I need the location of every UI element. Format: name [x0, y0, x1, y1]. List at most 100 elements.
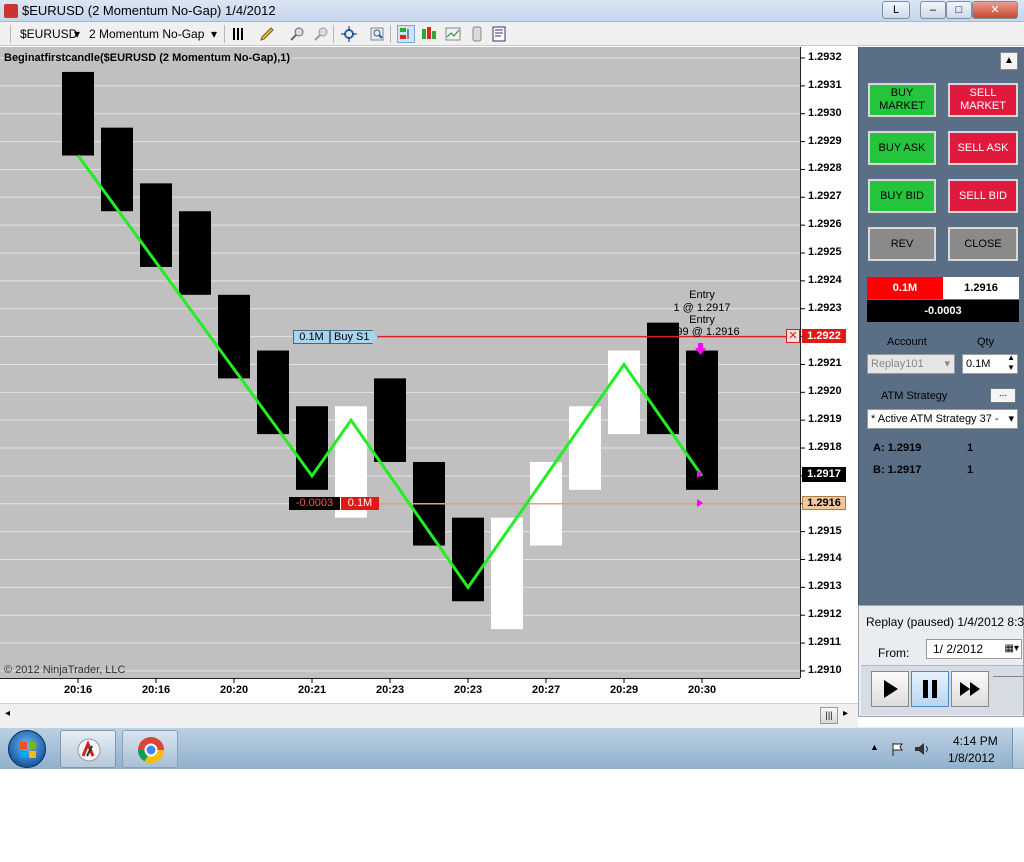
buy-bid-button[interactable]: BUY BID — [868, 179, 936, 213]
price-bar — [179, 211, 211, 295]
atm-strategy-select[interactable]: * Active ATM Strategy 37 - ▾ — [867, 409, 1018, 429]
last-price-tag: 1.2917 — [802, 467, 846, 482]
indicator-label: Beginatfirstcandle($EURUSD (2 Momentum N… — [4, 52, 291, 64]
replay-window: Replay (paused) 1/4/2012 8:30 From: 1/ 2… — [858, 605, 1024, 717]
scroll-left-icon[interactable]: ◂ — [5, 708, 10, 719]
order-name-tag[interactable]: Buy S1 — [330, 330, 378, 344]
minimize-button[interactable]: – — [920, 1, 946, 19]
position-pnl-tag: -0.0003 — [289, 497, 340, 510]
sell-ask-button[interactable]: SELL ASK — [948, 131, 1018, 165]
clock-time[interactable]: 4:14 PM — [953, 734, 998, 748]
price-tick-label: 1.2910 — [808, 663, 842, 676]
order-qty-tag[interactable]: 0.1M — [293, 330, 330, 344]
qty-value: 0.1M — [966, 358, 991, 370]
collapse-icon[interactable]: ▲ — [1000, 52, 1018, 70]
price-tick-label: 1.2918 — [808, 441, 842, 454]
fast-forward-icon — [960, 682, 980, 696]
position-qty-tag[interactable]: 0.1M — [341, 497, 379, 510]
price-tick-label: 1.2911 — [808, 636, 842, 649]
action-center-flag-icon[interactable] — [890, 741, 906, 757]
time-tick-label: 20:30 — [688, 684, 717, 696]
price-tick-label: 1.2931 — [808, 78, 842, 91]
cancel-order-icon[interactable]: ✕ — [786, 329, 800, 343]
chart-trader-panel: ▲ BUY MARKET SELL MARKET BUY ASK SELL AS… — [858, 47, 1024, 605]
windows-logo-icon — [20, 742, 36, 758]
from-date-value: 1/ 2/2012 — [933, 642, 984, 656]
from-date-picker[interactable]: 1/ 2/2012 ▦▾ — [926, 639, 1022, 659]
sell-bid-button[interactable]: SELL BID — [948, 179, 1018, 213]
price-tick-label: 1.2920 — [808, 385, 842, 398]
price-tick-label: 1.2925 — [808, 246, 842, 259]
price-tick-label: 1.2930 — [808, 106, 842, 119]
time-tick-label: 20:23 — [454, 684, 483, 696]
atm-strategy-label: ATM Strategy — [881, 390, 948, 402]
price-bar — [62, 71, 94, 156]
show-desktop-button[interactable] — [1012, 728, 1024, 768]
speed-slider[interactable] — [993, 676, 1023, 702]
account-label: Account — [887, 336, 927, 348]
reverse-button[interactable]: REV — [868, 227, 936, 261]
fast-forward-button[interactable] — [951, 671, 989, 707]
close-position-button[interactable]: CLOSE — [948, 227, 1018, 261]
volume-icon[interactable] — [913, 741, 933, 757]
windows-taskbar: ▲ 4:14 PM 1/8/2012 — [0, 727, 1024, 769]
sell-market-button[interactable]: SELL MARKET — [948, 83, 1018, 117]
close-window-button[interactable]: ✕ — [972, 1, 1018, 19]
entry-label-2: Entry — [689, 314, 715, 326]
price-bar — [686, 350, 718, 490]
order-price-tag: 1.2922 — [802, 329, 846, 343]
copyright-text: © 2012 NinjaTrader, LLC — [4, 664, 126, 676]
taskbar-ninjatrader[interactable] — [60, 730, 116, 768]
windows-start-button[interactable] — [8, 730, 46, 768]
clock-date[interactable]: 1/8/2012 — [948, 751, 995, 765]
from-label: From: — [878, 646, 910, 660]
maximize-button[interactable]: □ — [946, 1, 972, 19]
price-tick-label: 1.2929 — [808, 134, 842, 147]
scroll-thumb[interactable]: ||| — [820, 707, 838, 724]
chart-canvas — [0, 57, 805, 683]
time-tick-label: 20:20 — [220, 684, 249, 696]
price-tick-label: 1.2914 — [808, 552, 842, 565]
price-tick-label: 1.2928 — [808, 162, 842, 175]
bid-size: 1 — [967, 464, 974, 476]
price-tick-label: 1.2913 — [808, 580, 842, 593]
price-tick-label: 1.2919 — [808, 413, 842, 426]
time-tick-label: 20:16 — [64, 684, 93, 696]
buy-market-button[interactable]: BUY MARKET — [868, 83, 936, 117]
pause-button[interactable] — [911, 671, 949, 707]
entry-detail-1: 1 @ 1.2917 — [673, 302, 731, 314]
time-tick-label: 20:29 — [610, 684, 639, 696]
price-tick-label: 1.2927 — [808, 190, 842, 203]
link-button[interactable]: L — [882, 1, 910, 19]
buy-ask-button[interactable]: BUY ASK — [868, 131, 936, 165]
chevron-down-icon: ▾ — [1008, 410, 1014, 428]
entry-label-1: Entry — [689, 289, 715, 301]
price-bar — [218, 294, 250, 379]
tray-expand-icon[interactable]: ▲ — [870, 742, 879, 752]
calendar-icon[interactable]: ▦▾ — [1005, 640, 1019, 658]
entry-detail-2: 99 @ 1.2916 — [676, 326, 740, 338]
play-button[interactable] — [871, 671, 909, 707]
price-bar — [374, 378, 406, 462]
account-select[interactable]: Replay101 ▾ — [867, 354, 955, 374]
atm-more-button[interactable]: ... — [990, 388, 1016, 403]
position-pnl-display: -0.0003 — [867, 300, 1019, 322]
stepper-arrows-icon[interactable]: ▲ ▼ — [1007, 353, 1015, 373]
price-bar — [140, 183, 172, 267]
price-tick-label: 1.2932 — [808, 51, 842, 63]
position-qty-display: 0.1M — [867, 277, 943, 299]
price-bar — [491, 517, 523, 630]
scroll-right-icon[interactable]: ▸ — [843, 708, 848, 719]
bid-price: B: 1.2917 — [873, 464, 922, 476]
time-tick-label: 20:23 — [376, 684, 405, 696]
taskbar-chrome[interactable] — [122, 730, 178, 768]
horizontal-scrollbar[interactable]: ◂ ||| ▸ — [0, 703, 858, 727]
play-icon — [884, 680, 898, 698]
chevron-down-icon: ▾ — [944, 358, 950, 370]
price-bar — [647, 322, 679, 435]
qty-stepper[interactable]: 0.1M ▲ ▼ — [962, 353, 1018, 374]
qty-label: Qty — [977, 336, 995, 348]
replay-controls — [861, 665, 1023, 715]
price-tick-label: 1.2926 — [808, 218, 842, 231]
ask-size: 1 — [967, 442, 974, 454]
